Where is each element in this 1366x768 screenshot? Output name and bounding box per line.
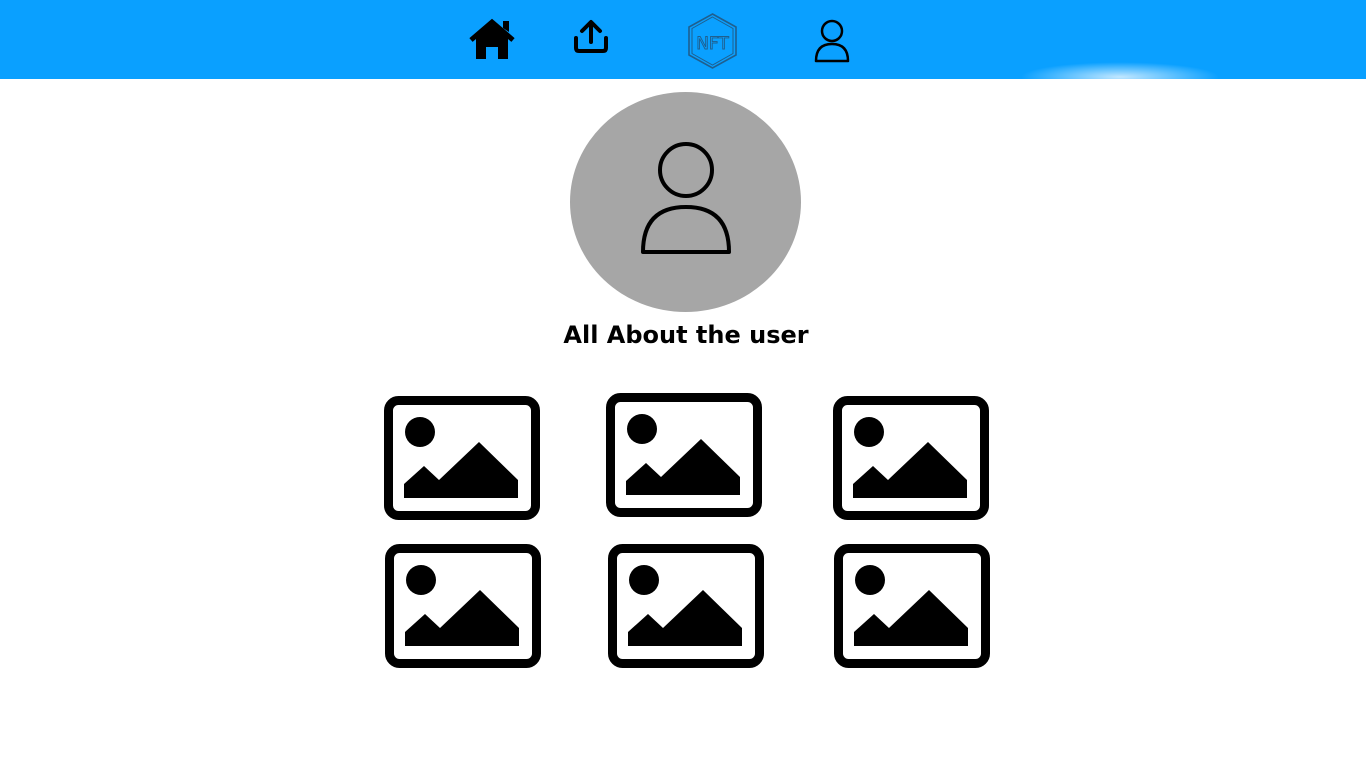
nav-home-button[interactable] [468,18,516,60]
image-icon [608,544,764,668]
nav-profile-button[interactable] [813,19,851,63]
home-icon [469,18,515,59]
nft-logo-icon: NFT [688,13,737,69]
top-navigation-bar: NFT [0,0,1366,79]
nav-nft-logo-button[interactable]: NFT [686,12,739,70]
gallery-image-1[interactable] [384,396,540,520]
gallery-image-5[interactable] [608,544,764,668]
image-icon [384,396,540,520]
profile-avatar [570,92,801,312]
upload-icon [574,20,608,53]
image-icon [385,544,541,668]
gallery-image-6[interactable] [834,544,990,668]
nav-upload-button[interactable] [573,18,609,54]
image-icon [606,393,762,517]
profile-title: All About the user [563,321,809,349]
topbar-highlight [1020,62,1220,79]
image-icon [834,544,990,668]
image-icon [833,396,989,520]
nft-logo-text: NFT [696,34,729,54]
gallery-image-3[interactable] [833,396,989,520]
avatar-user-icon [641,142,731,254]
gallery-image-4[interactable] [385,544,541,668]
user-icon [814,19,850,63]
gallery-image-2[interactable] [606,393,762,517]
